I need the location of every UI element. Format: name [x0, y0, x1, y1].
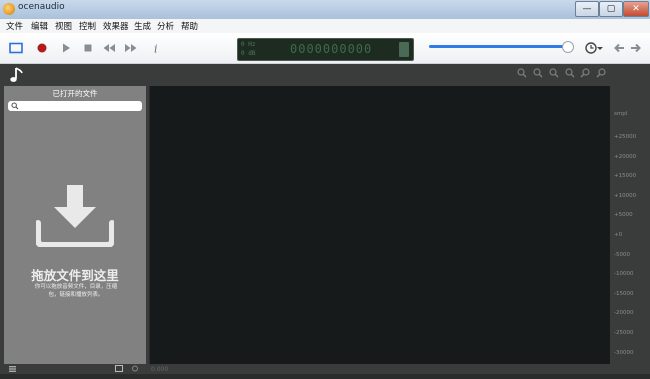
menu-control[interactable]: 控制 — [79, 20, 96, 32]
sidebar-footer — [4, 364, 146, 374]
menu-edit[interactable]: 编辑 — [31, 20, 48, 32]
search-input[interactable] — [8, 101, 142, 111]
info-icon[interactable]: i — [149, 41, 163, 56]
ruler-tick: -25000 — [614, 330, 634, 336]
menu-analyze[interactable]: 分析 — [157, 20, 174, 32]
ruler-tick: +25000 — [614, 134, 637, 140]
chevron-down-icon[interactable] — [596, 41, 604, 55]
time-ruler-readout: 0.000 — [151, 366, 169, 373]
amplitude-ruler: smpl +25000 +20000 +15000 +10000 +5000 +… — [610, 86, 650, 364]
forward-arrow-icon[interactable] — [629, 41, 643, 55]
svg-text:i: i — [154, 43, 158, 56]
window-title: ocenaudio — [18, 2, 65, 12]
frequency-readout: 0 Hz — [241, 41, 256, 48]
ruler-tick: +10000 — [614, 193, 637, 199]
ruler-tick: +0 — [614, 232, 623, 238]
maximize-button[interactable]: ▢ — [599, 1, 623, 17]
time-readout: 0000000000 — [290, 42, 373, 56]
download-drop-icon — [36, 185, 114, 247]
volume-slider[interactable] — [429, 45, 569, 48]
list-view-icon[interactable] — [9, 366, 16, 372]
zoom-out-icon[interactable] — [533, 68, 543, 78]
toolbar: i 0 Hz 0 dB 0000000000 — [0, 33, 650, 64]
volume-slider-handle[interactable] — [562, 41, 574, 53]
open-files-panel: 已打开的文件 拖放文件到这里 你可以拖放音频文件，目录，压缩包，链接和播放列表。 — [4, 86, 146, 364]
title-bar — [0, 0, 650, 20]
ruler-tick: +20000 — [614, 154, 637, 160]
menu-bar: 文件 编辑 视图 控制 效果器 生成 分析 帮助 — [0, 19, 650, 34]
menu-effects[interactable]: 效果器 — [103, 20, 129, 32]
search-icon — [11, 102, 19, 110]
time-display: 0 Hz 0 dB 0000000000 — [237, 38, 414, 61]
settings-icon[interactable] — [131, 365, 139, 372]
forward-icon[interactable] — [124, 41, 138, 55]
stop-icon[interactable] — [81, 41, 95, 55]
menu-view[interactable]: 视图 — [55, 20, 72, 32]
drop-files-description: 你可以拖放音频文件，目录，压缩包，链接和播放列表。 — [34, 284, 118, 298]
minimize-button[interactable]: — — [575, 1, 599, 17]
rewind-icon[interactable] — [102, 41, 116, 55]
sidebar-header — [4, 64, 146, 86]
zoom-vertical-in-icon[interactable] — [580, 68, 590, 78]
ruler-tick: -20000 — [614, 310, 634, 316]
zoom-selection-icon[interactable] — [565, 68, 575, 78]
status-bar — [0, 374, 650, 379]
zoom-in-icon[interactable] — [517, 68, 527, 78]
select-icon[interactable] — [9, 41, 23, 55]
ruler-tick: +5000 — [614, 212, 633, 218]
back-arrow-icon[interactable] — [612, 41, 626, 55]
level-readout: 0 dB — [241, 50, 256, 57]
play-icon[interactable] — [59, 41, 73, 55]
app-icon — [3, 3, 15, 15]
ruler-tick: -30000 — [614, 350, 634, 356]
zoom-vertical-out-icon[interactable] — [596, 68, 606, 78]
menu-file[interactable]: 文件 — [6, 20, 23, 32]
zoom-fit-icon[interactable] — [549, 68, 559, 78]
waveform-area[interactable] — [149, 86, 611, 364]
music-note-icon — [10, 67, 23, 82]
menu-generate[interactable]: 生成 — [134, 20, 151, 32]
drop-files-title: 拖放文件到这里 — [31, 268, 119, 283]
ruler-tick: -5000 — [614, 252, 630, 258]
record-icon[interactable] — [35, 41, 49, 55]
ruler-tick: +15000 — [614, 173, 637, 179]
ruler-tick: -15000 — [614, 291, 634, 297]
menu-help[interactable]: 帮助 — [181, 20, 198, 32]
image-icon[interactable] — [115, 365, 123, 372]
ruler-tick: -10000 — [614, 271, 634, 277]
open-files-title: 已打开的文件 — [52, 89, 98, 98]
time-format-toggle[interactable] — [399, 42, 409, 57]
ruler-unit: smpl — [614, 111, 628, 117]
close-button[interactable]: ✕ — [623, 1, 649, 17]
